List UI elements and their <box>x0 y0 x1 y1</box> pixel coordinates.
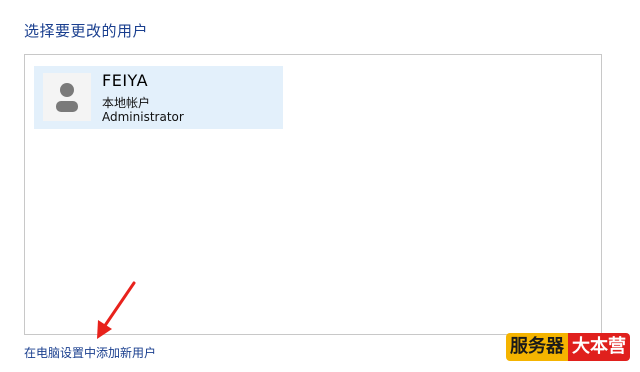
user-tile-feiya[interactable]: FEIYA 本地帐户 Administrator <box>34 66 283 129</box>
avatar <box>43 73 91 121</box>
watermark-logo: 服务器 大本营 <box>506 333 630 361</box>
user-name: FEIYA <box>102 71 149 90</box>
watermark-text-1: 服务器 <box>506 333 568 361</box>
user-account-type: 本地帐户 <box>102 96 151 110</box>
user-role: Administrator <box>102 110 184 124</box>
user-avatar-icon <box>56 83 78 112</box>
user-list: FEIYA 本地帐户 Administrator <box>24 54 602 335</box>
watermark-text-2: 大本营 <box>568 333 630 361</box>
page-title: 选择要更改的用户 <box>24 22 149 40</box>
add-user-link[interactable]: 在电脑设置中添加新用户 <box>24 344 156 361</box>
